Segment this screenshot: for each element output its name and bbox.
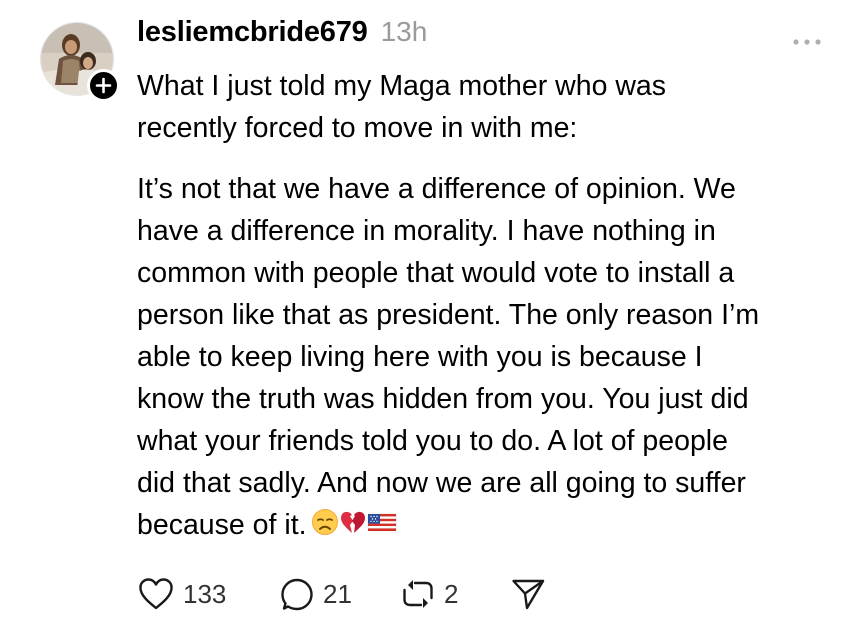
- reply-count: 21: [323, 578, 352, 609]
- post-header: lesliemcbride679 13h: [137, 16, 427, 56]
- broken-heart-icon: [340, 511, 365, 533]
- like-count: 133: [183, 578, 227, 609]
- heart-icon: [139, 578, 173, 610]
- emoji-group: [311, 508, 397, 536]
- disappointed-face-icon: [311, 509, 338, 535]
- share-button[interactable]: [510, 576, 546, 612]
- post-paragraph-1: What I just told my Maga mother who was …: [137, 70, 667, 144]
- follow-button[interactable]: [87, 69, 120, 102]
- post-paragraph-2: It’s not that we have a difference of op…: [137, 168, 837, 546]
- repost-button[interactable]: 2: [400, 576, 510, 612]
- speech-bubble-icon: [281, 578, 313, 611]
- avatar[interactable]: [40, 22, 120, 102]
- more-dots-icon: [793, 39, 821, 45]
- send-icon: [512, 579, 545, 610]
- post-text: What I just told my Maga mother who was …: [137, 65, 837, 546]
- more-options-button[interactable]: [792, 34, 822, 45]
- us-flag-icon: [367, 513, 396, 532]
- repost-icon: [403, 580, 433, 608]
- post-paragraph-2-text: It’s not that we have a difference of op…: [137, 173, 760, 541]
- like-button[interactable]: 133: [137, 576, 279, 612]
- timestamp[interactable]: 13h: [381, 16, 428, 48]
- plus-icon: [95, 77, 112, 94]
- reply-button[interactable]: 21: [279, 576, 400, 612]
- repost-count: 2: [444, 578, 459, 609]
- username[interactable]: lesliemcbride679: [137, 16, 368, 49]
- post-actions: 133 21 2: [137, 575, 546, 613]
